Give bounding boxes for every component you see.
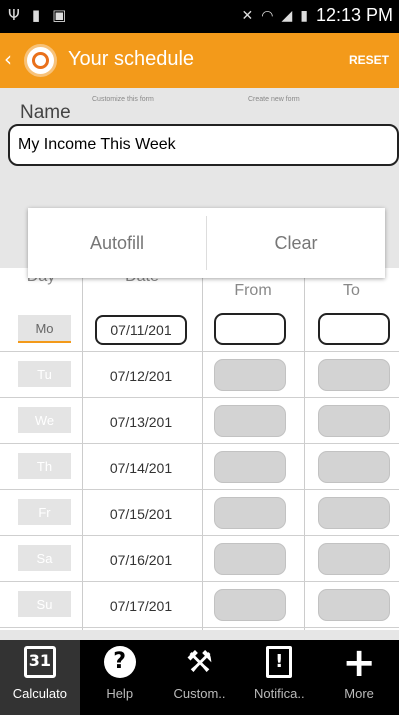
nav-label: Notifica.. — [254, 686, 305, 701]
table-row: Th 07/14/201 — [0, 444, 399, 490]
nav-label: Calculato — [12, 686, 67, 701]
table-row: Fr 07/15/201 — [0, 490, 399, 536]
to-time-field[interactable] — [318, 451, 390, 483]
customize-form-link[interactable]: Customize this form — [92, 96, 154, 103]
table-row: Tu 07/12/201 — [0, 352, 399, 398]
status-icons-right: ✕ ◠ ◢ ▮ 12:13 PM — [242, 5, 394, 26]
to-time-field[interactable] — [318, 543, 390, 575]
date-field[interactable]: 07/16/201 — [95, 545, 187, 575]
table-row: Su 07/17/201 — [0, 582, 399, 628]
date-field[interactable]: 07/15/201 — [95, 499, 187, 529]
nav-item-help[interactable]: ? Help — [80, 640, 160, 715]
clear-button[interactable]: Clear — [207, 208, 385, 278]
name-input[interactable]: My Income This Week — [8, 124, 399, 166]
from-time-field[interactable] — [214, 589, 286, 621]
footer-strip — [0, 630, 399, 640]
from-time-field[interactable] — [214, 313, 286, 345]
app-logo-icon[interactable] — [24, 44, 57, 77]
to-time-field[interactable] — [318, 589, 390, 621]
notification-icon: ! — [266, 646, 293, 678]
to-time-field[interactable] — [318, 359, 390, 391]
nav-label: Custom.. — [173, 686, 226, 701]
plus-icon: + — [342, 640, 376, 686]
autofill-button[interactable]: Autofill — [28, 208, 206, 278]
status-icons-left: Ψ ▮ ▣ — [8, 6, 66, 24]
calendar-icon: 31 — [23, 646, 56, 678]
from-time-field[interactable] — [214, 405, 286, 437]
usb-icon: Ψ — [8, 6, 20, 24]
day-button[interactable]: Sa — [18, 545, 71, 573]
date-field[interactable]: 07/13/201 — [95, 407, 187, 437]
bottom-nav: 31 Calculato ? Help ⚒ Custom.. ! Notific… — [0, 640, 399, 715]
help-icon: ? — [103, 646, 136, 678]
to-time-field[interactable] — [318, 313, 390, 345]
wifi-icon: ◠ — [261, 7, 274, 24]
day-button[interactable]: Mo — [18, 315, 71, 343]
from-time-field[interactable] — [214, 497, 286, 529]
battery-icon: ▮ — [300, 7, 308, 24]
date-field[interactable]: 07/14/201 — [95, 453, 187, 483]
day-button[interactable]: We — [18, 407, 71, 435]
autofill-clear-popup: Autofill Clear — [28, 208, 385, 278]
nav-item-calculator[interactable]: 31 Calculato — [0, 640, 80, 715]
nav-item-notifications[interactable]: ! Notifica.. — [239, 640, 319, 715]
table-row: We 07/13/201 — [0, 398, 399, 444]
battery-full-icon: ▮ — [31, 6, 41, 24]
status-bar: Ψ ▮ ▣ ✕ ◠ ◢ ▮ 12:13 PM — [0, 0, 399, 33]
table-row: Mo 07/11/201 — [0, 306, 399, 352]
date-field[interactable]: 07/12/201 — [95, 361, 187, 391]
name-label: Name — [20, 102, 71, 123]
day-button[interactable]: Su — [18, 591, 71, 619]
date-field[interactable]: 07/11/201 — [95, 315, 187, 345]
from-time-field[interactable] — [214, 359, 286, 391]
page-title: Your schedule — [68, 48, 195, 70]
from-time-field[interactable] — [214, 451, 286, 483]
signal-icon: ◢ — [281, 7, 293, 24]
nav-label: Help — [106, 686, 134, 701]
reset-button[interactable]: RESET — [349, 53, 389, 67]
date-field[interactable]: 07/17/201 — [95, 591, 187, 621]
image-icon: ▣ — [52, 6, 67, 24]
action-bar: ‹ Your schedule RESET — [0, 33, 399, 88]
status-time: 12:13 PM — [315, 5, 393, 25]
day-button[interactable]: Tu — [18, 361, 71, 389]
to-time-field[interactable] — [318, 497, 390, 529]
schedule-table: Day Date From To Mo 07/11/201 Tu 07/12/2… — [0, 268, 399, 630]
table-row: Sa 07/16/201 — [0, 536, 399, 582]
from-time-field[interactable] — [214, 543, 286, 575]
create-form-link[interactable]: Create new form — [248, 96, 300, 103]
tools-icon: ⚒ — [186, 645, 213, 680]
day-button[interactable]: Th — [18, 453, 71, 481]
nav-item-customize[interactable]: ⚒ Custom.. — [160, 640, 240, 715]
back-chevron-icon[interactable]: ‹ — [4, 47, 12, 71]
nav-label: More — [344, 686, 374, 701]
nav-item-more[interactable]: + More — [319, 640, 399, 715]
to-time-field[interactable] — [318, 405, 390, 437]
mute-icon: ✕ — [241, 7, 254, 24]
day-button[interactable]: Fr — [18, 499, 71, 527]
